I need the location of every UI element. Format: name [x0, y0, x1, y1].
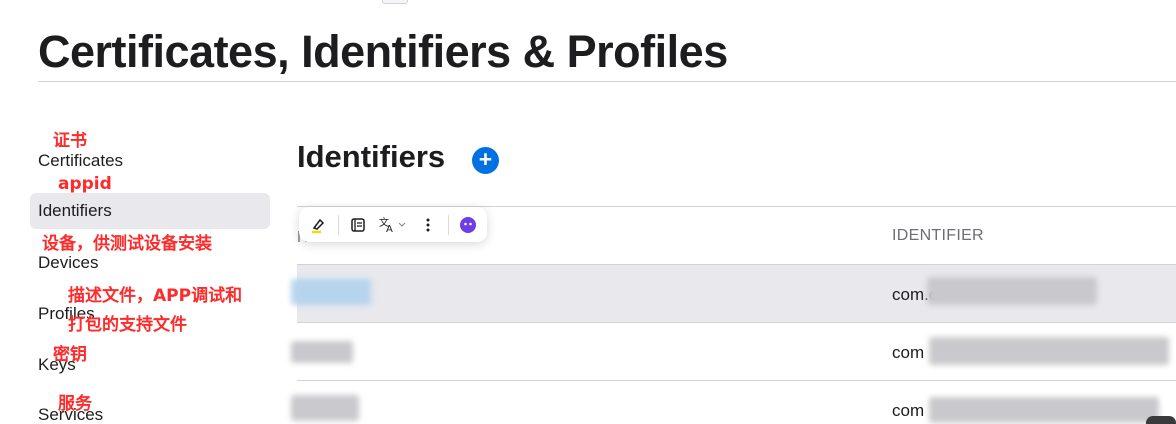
redacted-identifier	[927, 277, 1097, 305]
window-tab-handle[interactable]	[382, 0, 408, 4]
more-vertical-icon[interactable]	[417, 212, 439, 238]
annotation-profiles-line1: 描述文件，APP调试和	[68, 286, 243, 306]
redacted-name	[291, 279, 371, 305]
table-row[interactable]: com	[291, 381, 1176, 424]
svg-text:A: A	[386, 224, 393, 234]
table-row[interactable]: com	[291, 323, 1176, 380]
identifier-cell: com	[892, 401, 925, 420]
section-title: Identifiers	[297, 139, 446, 174]
table-row[interactable]: com.c	[291, 265, 1176, 322]
redacted-identifier	[929, 397, 1159, 423]
redacted-name	[291, 341, 353, 363]
notes-icon[interactable]	[347, 212, 369, 238]
column-header-identifier[interactable]: IDENTIFIER	[892, 227, 984, 245]
page-title: Certificates, Identifiers & Profiles	[38, 26, 728, 77]
translate-icon[interactable]: 文A	[378, 212, 408, 238]
plus-circle-icon: +	[478, 146, 493, 172]
floating-selection-toolbar: 文A	[299, 207, 487, 242]
redacted-identifier	[929, 337, 1169, 365]
sidebar-item-label: Identifiers	[38, 201, 112, 220]
annotation-services: 服务	[58, 394, 92, 414]
sidebar-item-label: Devices	[38, 253, 99, 272]
sidebar-item-label: Certificates	[38, 151, 124, 170]
sidebar-item-identifiers[interactable]: Identifiers	[30, 193, 270, 229]
identifier-cell: com	[892, 343, 925, 362]
corner-badge[interactable]	[1146, 416, 1176, 424]
annotation-devices: 设备，供测试设备安装	[42, 234, 212, 254]
redacted-name	[291, 395, 359, 421]
annotation-profiles-line2: 打包的支持文件	[68, 315, 187, 335]
highlighter-icon[interactable]	[307, 212, 329, 238]
annotation-identifiers: appid	[58, 174, 112, 194]
toolbar-divider	[447, 214, 449, 235]
annotation-keys: 密钥	[53, 345, 87, 365]
toolbar-divider	[337, 214, 339, 235]
title-divider	[38, 81, 1176, 82]
assistant-icon[interactable]	[457, 212, 479, 238]
add-identifier-button[interactable]: +	[472, 147, 499, 174]
annotation-certificates: 证书	[53, 131, 87, 151]
